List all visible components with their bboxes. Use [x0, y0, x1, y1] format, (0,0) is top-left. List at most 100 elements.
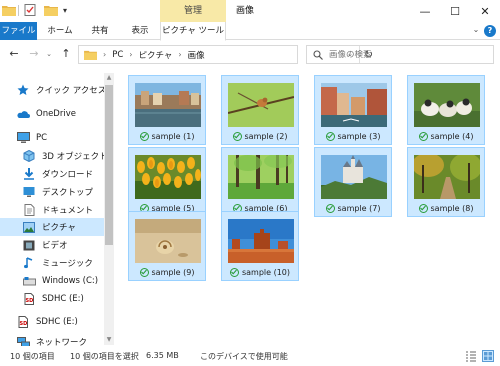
address-bar[interactable]: › PC › ピクチャ › 画像 ⌄ ↻: [78, 45, 373, 64]
up-arrow-icon[interactable]: ↑: [58, 46, 74, 62]
sidebar-item-desktop[interactable]: デスクトップ: [0, 183, 104, 201]
computer-icon: [16, 131, 30, 145]
image-thumbnail: [414, 83, 480, 127]
search-input[interactable]: [329, 49, 489, 60]
file-grid: sample (1) sample (2) sample (3) sample …: [118, 71, 500, 347]
breadcrumb-pictures[interactable]: ピクチャ: [138, 49, 172, 61]
file-name: sample (4): [430, 131, 474, 141]
file-name: sample (2): [244, 131, 288, 141]
sidebar-item-label: PC: [36, 133, 48, 143]
checkmark-icon[interactable]: [139, 267, 149, 277]
close-button[interactable]: ✕: [470, 0, 500, 22]
tab-view[interactable]: 表示: [124, 22, 156, 40]
file-name: sample (1): [151, 131, 195, 141]
sidebar-item-onedrive[interactable]: OneDrive: [0, 105, 104, 123]
sidebar-item-3d-objects[interactable]: 3D オブジェクト: [0, 147, 108, 165]
sidebar-item-label: クイック アクセス: [36, 86, 107, 96]
breadcrumb-separator: ›: [103, 50, 107, 59]
sidebar-item-pc[interactable]: PC: [0, 129, 104, 147]
scroll-up-icon[interactable]: ▲: [104, 73, 114, 83]
sidebar-item-quick-access[interactable]: クイック アクセス: [0, 81, 107, 99]
file-item[interactable]: sample (2): [221, 75, 299, 145]
checkmark-icon[interactable]: [325, 203, 335, 213]
image-thumbnail: [228, 219, 294, 263]
svg-text:SD: SD: [20, 321, 28, 327]
sidebar-item-label: ビデオ: [42, 241, 68, 251]
sidebar-item-music[interactable]: ミュージック: [0, 254, 104, 272]
scroll-down-icon[interactable]: ▼: [104, 335, 114, 345]
drive-icon: [22, 274, 36, 288]
details-view-icon[interactable]: [465, 350, 477, 362]
image-thumbnail: [321, 155, 387, 199]
title-bar: ▾ 管理 画像 — ☐ ✕: [0, 0, 500, 22]
recent-locations-icon[interactable]: ⌄: [44, 46, 54, 62]
chevron-down-icon[interactable]: ⌄: [470, 25, 482, 37]
sidebar-item-label: ドキュメント: [42, 206, 94, 216]
image-thumbnail: [228, 83, 294, 127]
breadcrumb-images[interactable]: 画像: [188, 49, 205, 61]
image-thumbnail: [321, 83, 387, 127]
minimize-button[interactable]: —: [410, 0, 440, 22]
file-item[interactable]: sample (10): [221, 211, 299, 281]
sidebar-scrollbar[interactable]: ▲ ▼: [104, 73, 114, 345]
file-name: sample (3): [337, 131, 381, 141]
checkmark-icon[interactable]: [325, 131, 335, 141]
pictures-icon: [22, 220, 36, 234]
maximize-button[interactable]: ☐: [440, 0, 470, 22]
ribbon-tab-bar: ファイル ホーム 共有 表示 ピクチャ ツール ⌄ ?: [0, 22, 500, 41]
navigation-pane: クイック アクセス OneDrive PC 3D オブジェクト ダウンロード デ…: [0, 73, 114, 348]
large-icons-view-icon[interactable]: [482, 350, 494, 362]
tab-home[interactable]: ホーム: [44, 22, 76, 40]
file-item[interactable]: sample (4): [407, 75, 485, 145]
file-name: sample (7): [337, 203, 381, 213]
tab-file[interactable]: ファイル: [0, 22, 37, 40]
selected-size: 6.35 MB: [146, 351, 179, 360]
file-name: sample (9): [151, 267, 195, 277]
checkmark-icon[interactable]: [139, 131, 149, 141]
back-arrow-icon[interactable]: ←: [6, 46, 22, 62]
selected-count: 10 個の項目を選択: [70, 352, 139, 361]
tab-picture-tools[interactable]: ピクチャ ツール: [160, 22, 226, 41]
sidebar-item-sdhc-root[interactable]: SD SDHC (E:): [0, 313, 104, 331]
file-item[interactable]: sample (7): [314, 147, 392, 217]
context-tab-group-label: 管理: [160, 0, 226, 22]
sidebar-item-sdhc[interactable]: SD SDHC (E:): [0, 290, 104, 308]
sidebar-item-label: 3D オブジェクト: [42, 152, 108, 162]
file-item[interactable]: sample (8): [407, 147, 485, 217]
file-label: sample (2): [222, 130, 298, 142]
help-icon[interactable]: ?: [484, 25, 496, 37]
tab-share[interactable]: 共有: [84, 22, 116, 40]
file-item[interactable]: sample (1): [128, 75, 206, 145]
checkmark-icon[interactable]: [418, 203, 428, 213]
sd-card-icon: SD: [16, 315, 30, 329]
checkmark-icon[interactable]: [232, 131, 242, 141]
file-item[interactable]: sample (6): [221, 147, 299, 217]
sidebar-item-label: ダウンロード: [42, 170, 94, 180]
sidebar-item-downloads[interactable]: ダウンロード: [0, 165, 104, 183]
checkmark-icon[interactable]: [418, 131, 428, 141]
sidebar-item-label: OneDrive: [36, 109, 76, 119]
file-item[interactable]: sample (3): [314, 75, 392, 145]
sidebar-item-documents[interactable]: ドキュメント: [0, 201, 104, 219]
sidebar-item-label: SDHC (E:): [36, 317, 78, 327]
sidebar-item-windows-drive[interactable]: Windows (C:): [0, 272, 104, 290]
sidebar-item-videos[interactable]: ビデオ: [0, 236, 104, 254]
search-box[interactable]: [306, 45, 494, 64]
new-folder-icon[interactable]: [44, 4, 58, 16]
forward-arrow-icon[interactable]: →: [26, 46, 42, 62]
download-icon: [22, 167, 36, 181]
customize-toolbar-icon[interactable]: ▾: [60, 4, 70, 16]
image-thumbnail: [135, 219, 201, 263]
checkmark-icon[interactable]: [229, 267, 239, 277]
folder-icon[interactable]: [2, 4, 16, 16]
file-label: sample (10): [222, 266, 298, 278]
file-item[interactable]: sample (9): [128, 211, 206, 281]
svg-text:SD: SD: [26, 298, 34, 304]
music-icon: [22, 256, 36, 270]
sidebar-item-pictures[interactable]: ピクチャ: [0, 218, 104, 236]
scrollbar-thumb[interactable]: [105, 85, 113, 245]
file-item[interactable]: sample (5): [128, 147, 206, 217]
breadcrumb-pc[interactable]: PC: [112, 50, 123, 60]
properties-icon[interactable]: [24, 4, 38, 16]
sidebar-item-label: ミュージック: [42, 259, 93, 269]
